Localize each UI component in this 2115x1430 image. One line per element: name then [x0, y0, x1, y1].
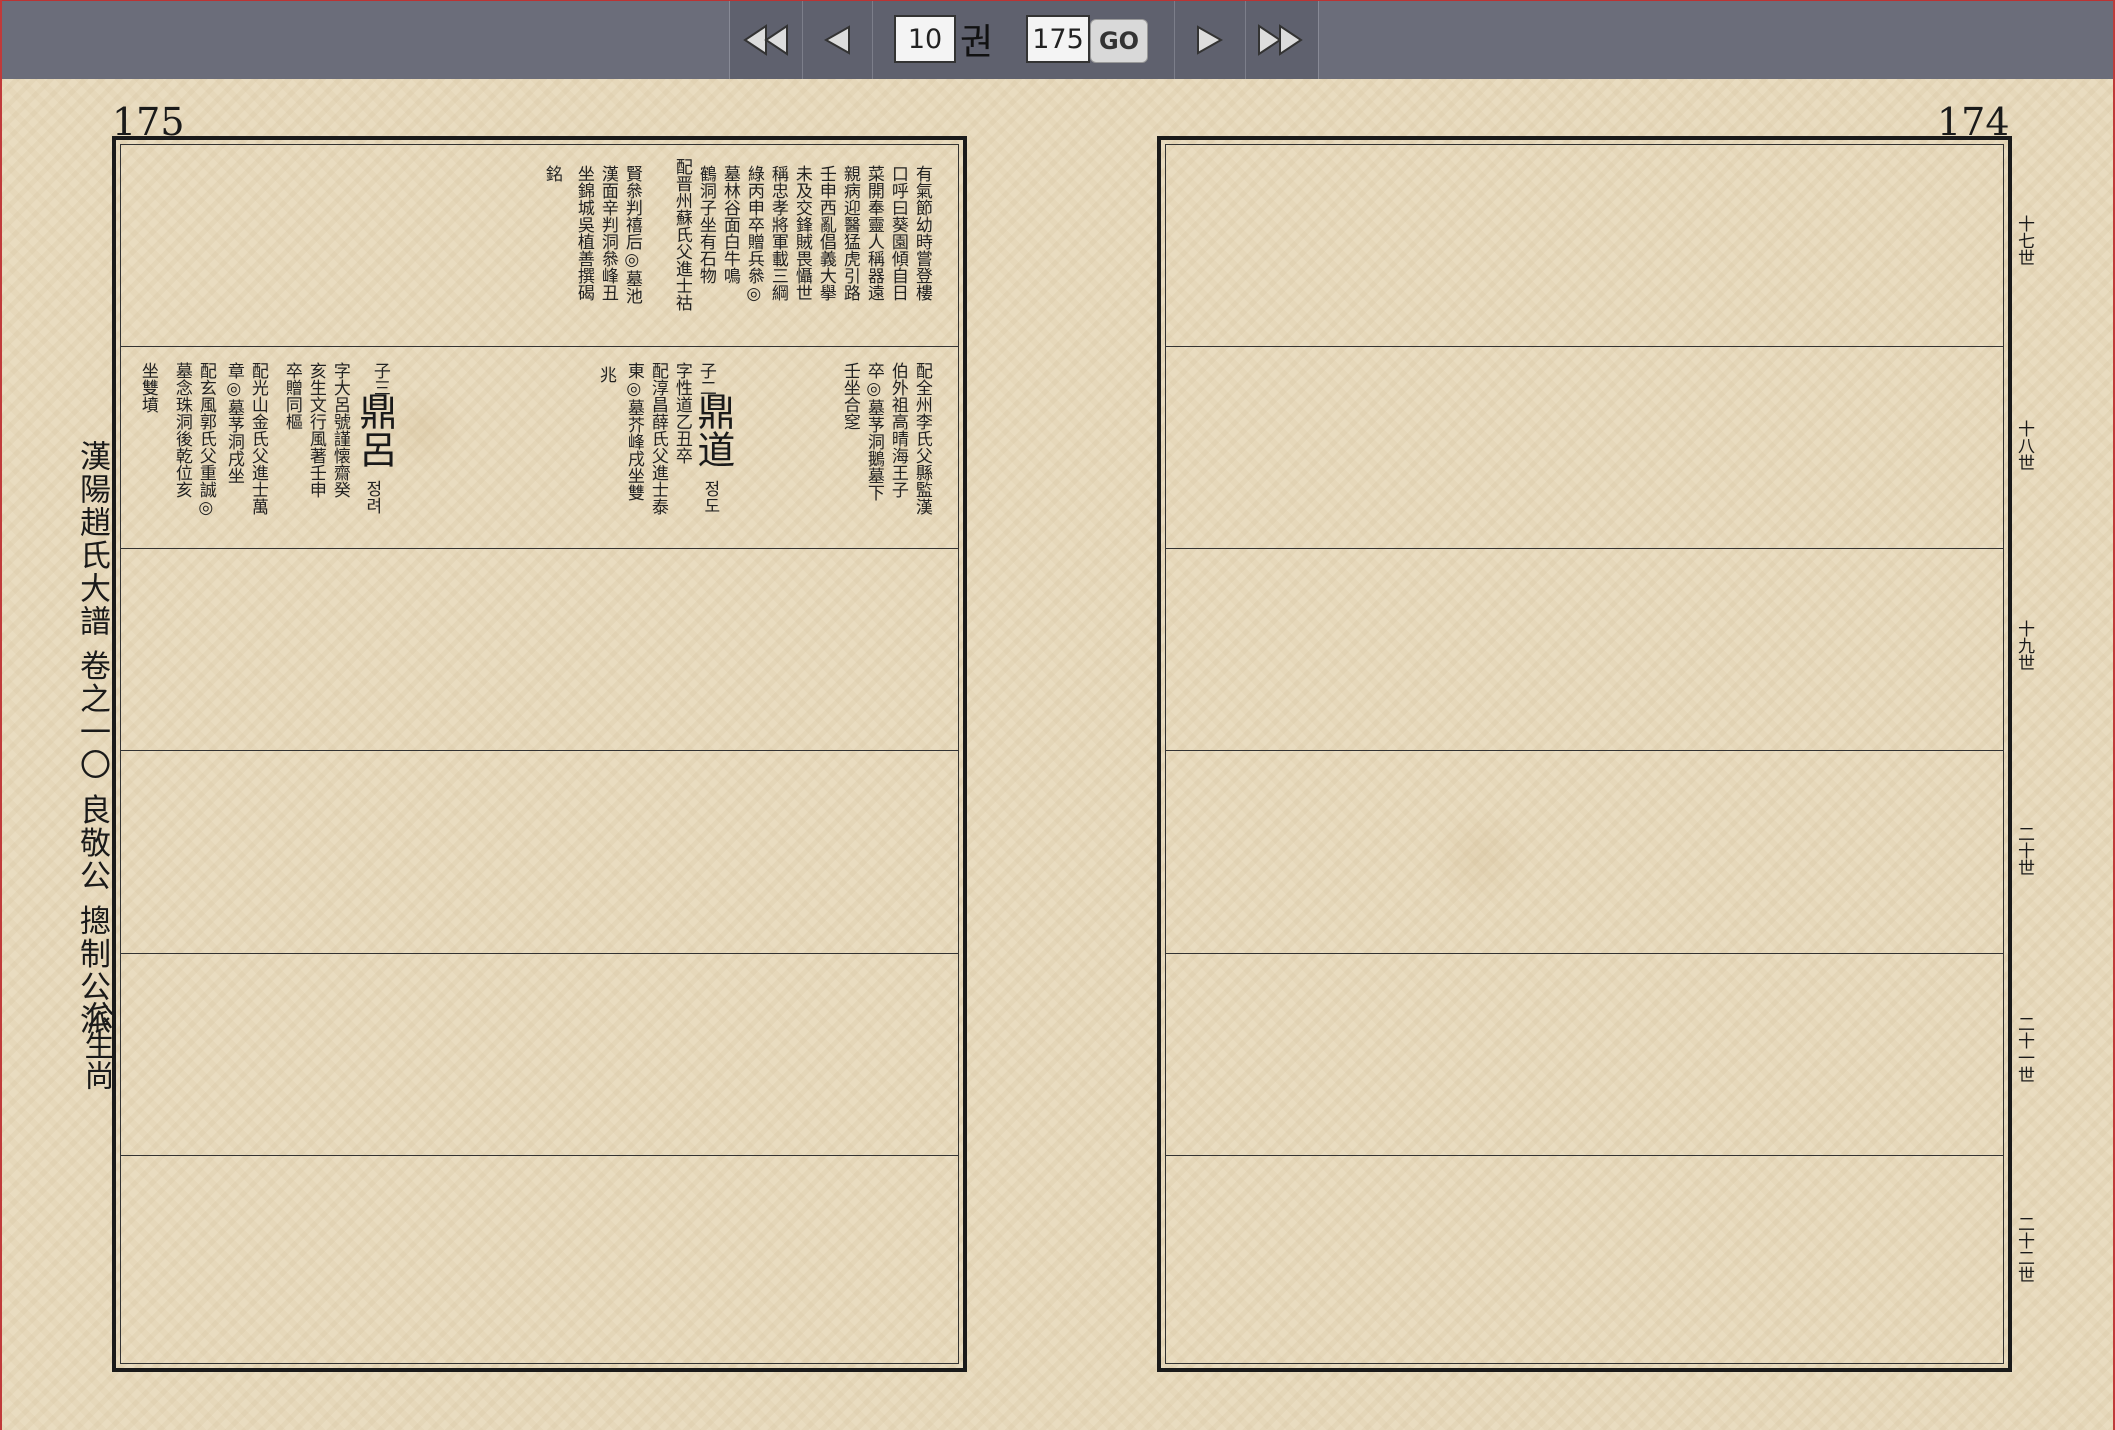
person-korean-name: 정려 [361, 480, 382, 514]
bio-column: 字性道乙丑卒 [671, 362, 692, 464]
double-right-arrow-icon [1258, 24, 1303, 56]
bio-column: 亥生文行風著壬申 [305, 362, 326, 498]
page-navigation [729, 1, 1319, 79]
bio-column: 配玄風郭氏父重誠◎ [195, 362, 216, 518]
page-input[interactable]: 175 [1026, 15, 1090, 63]
person-name-jeongryeo[interactable]: 鼎呂 [353, 392, 397, 468]
bio-column: 有氣節幼時嘗登樓 [911, 165, 932, 301]
bio-column: 稱忠孝將軍載三綱 [767, 165, 788, 301]
spine-title: 漢陽趙氏大譜 卷之一〇 良敬公 摠制公派 [74, 440, 110, 1037]
volume-unit-label: 권 [960, 22, 994, 63]
person-korean-name: 정도 [699, 480, 720, 514]
go-button[interactable]: GO [1090, 19, 1148, 63]
row-divider [120, 1155, 959, 1156]
row-divider [120, 346, 959, 347]
next-page-button[interactable] [1174, 1, 1246, 79]
relation-label: 子二 [695, 362, 716, 396]
bio-column: 壬申西亂倡義大擧 [815, 165, 836, 301]
bio-column: 墓念珠洞後乾位亥 [171, 362, 192, 498]
bio-column: 口呼曰葵園傾自日 [887, 165, 908, 301]
bio-column: 兆 [595, 366, 616, 383]
bio-column: 銘 [541, 165, 562, 182]
bio-column: 坐錦城吳植善撰碣 [573, 165, 594, 301]
generation-label: 十八世 [2014, 420, 2034, 471]
person-name-jeongdo[interactable]: 鼎道 [691, 392, 735, 468]
bio-column: 未及交鋒賊畏懾世 [791, 165, 812, 301]
bio-column: 賢叅判禧后◎墓池 [621, 165, 642, 304]
bio-column: 漢面辛判洞叅峰丑 [597, 165, 618, 301]
generation-label: 二十一世 [2014, 1015, 2034, 1083]
bio-column: 親病迎醫猛虎引路 [839, 165, 860, 301]
bio-column: 伯外祖高晴海王子 [887, 362, 908, 498]
double-left-arrow-icon [743, 24, 788, 56]
bio-column: 配晋州蘇氏父進士祜 [671, 158, 692, 311]
left-arrow-icon [823, 25, 850, 55]
first-page-button[interactable] [730, 1, 803, 79]
bio-column: 壬坐合窆 [839, 362, 860, 430]
bio-column: 章◎墓芧洞戌坐 [223, 362, 244, 484]
viewer-toolbar: 10 권 175 GO [2, 0, 2113, 79]
spine-overlay-text: 公生尚 [78, 1000, 114, 1090]
generation-label: 二十世 [2014, 825, 2034, 876]
bio-column: 鶴洞子坐有石物 [695, 165, 716, 284]
bio-column: 配淳昌薛氏父進士泰 [647, 362, 668, 515]
relation-label: 子三 [369, 362, 390, 396]
generation-label: 二十二世 [2014, 1215, 2034, 1283]
bio-column: 菜開奉靈人稱器遠 [863, 165, 884, 301]
right-arrow-icon [1197, 25, 1224, 55]
row-divider [120, 750, 959, 751]
bio-column: 配全州李氏父縣監漢 [911, 362, 932, 515]
left-page-inner-frame [120, 144, 959, 1364]
right-page-content [1165, 144, 2004, 1364]
bio-column: 坐雙墳 [137, 362, 158, 413]
generation-label: 十九世 [2014, 620, 2034, 671]
bio-column: 墓林谷面白牛鳴 [719, 165, 740, 284]
prev-page-button[interactable] [802, 1, 873, 79]
generation-label: 十七世 [2014, 215, 2034, 266]
bio-column: 配光山金氏父進士萬 [247, 362, 268, 515]
volume-input[interactable]: 10 [894, 15, 956, 63]
bio-column: 卒◎墓芧洞鵝墓下 [863, 362, 884, 501]
row-divider [120, 953, 959, 954]
bio-column: 綠丙申卒贈兵叅◎ [743, 165, 764, 304]
bio-column: 卒贈同樞 [281, 362, 302, 430]
row-divider [120, 548, 959, 549]
bio-column: 東◎墓芥峰戌坐雙 [623, 362, 644, 501]
last-page-button[interactable] [1244, 1, 1316, 79]
bio-column: 字大呂號謹懐齋癸 [329, 362, 350, 498]
